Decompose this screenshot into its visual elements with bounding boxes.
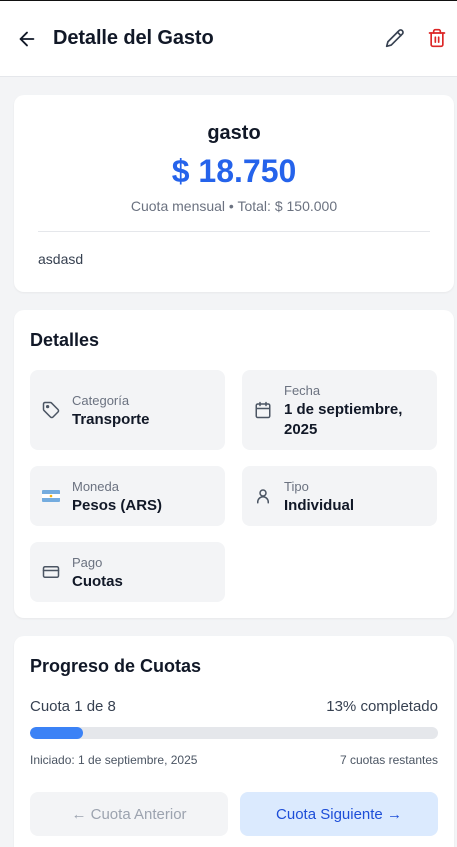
arrow-left-icon[interactable] (16, 28, 38, 50)
expense-subtitle: Cuota mensual • Total: $ 150.000 (130, 198, 338, 214)
detail-tile-payment: Pago Cuotas (30, 542, 225, 602)
page-title: Detalle del Gasto (53, 27, 214, 49)
details-card: Detalles Categoría Transporte Fecha 1 de… (14, 310, 454, 618)
percent-complete: 13% completado (326, 698, 438, 715)
argentina-flag-icon (42, 487, 60, 505)
detail-value: Transporte (72, 411, 150, 428)
expense-description: asdasd (38, 251, 84, 267)
expense-name: gasto (207, 122, 261, 144)
detail-tile-date: Fecha 1 de septiembre, 2025 (242, 370, 437, 450)
detail-label: Pago (72, 555, 103, 570)
detail-tile-type: Tipo Individual (242, 466, 437, 526)
pencil-icon[interactable] (385, 28, 407, 50)
next-installment-button[interactable]: Cuota Siguiente → (240, 792, 438, 836)
credit-card-icon (42, 563, 60, 581)
previous-installment-button[interactable]: ← Cuota Anterior (30, 792, 228, 836)
detail-label: Categoría (72, 393, 130, 408)
expense-summary-card: gasto $ 18.750 Cuota mensual • Total: $ … (14, 95, 454, 292)
progress-bar (30, 727, 438, 739)
progress-title: Progreso de Cuotas (30, 656, 202, 676)
installment-status: Cuota 1 de 8 (30, 698, 116, 715)
detail-tile-category: Categoría Transporte (30, 370, 225, 450)
detail-label: Moneda (72, 479, 119, 494)
progress-meta-row: Iniciado: 1 de septiembre, 2025 7 cuotas… (30, 753, 438, 767)
expense-amount: $ 18.750 (171, 153, 297, 189)
calendar-icon (254, 401, 272, 419)
detail-label: Tipo (284, 479, 309, 494)
detail-tile-currency: Moneda Pesos (ARS) (30, 466, 225, 526)
details-title: Detalles (30, 330, 100, 350)
installments-progress-card: Progreso de Cuotas Cuota 1 de 8 13% comp… (14, 636, 454, 847)
progress-status-row: Cuota 1 de 8 13% completado (30, 698, 438, 715)
user-icon (254, 487, 272, 505)
remaining-installments: 7 cuotas restantes (339, 753, 438, 767)
start-date: Iniciado: 1 de septiembre, 2025 (30, 753, 198, 767)
detail-value: 1 de septiembre, 2025 (284, 401, 403, 438)
detail-value: Cuotas (72, 573, 123, 590)
trash-icon[interactable] (427, 28, 449, 50)
divider (38, 231, 430, 232)
app-header: Detalle del Gasto (0, 1, 457, 77)
progress-bar-fill (30, 727, 84, 739)
detail-value: Pesos (ARS) (72, 497, 163, 514)
tag-icon (42, 401, 60, 419)
detail-label: Fecha (284, 383, 321, 398)
detail-value: Individual (284, 497, 355, 514)
